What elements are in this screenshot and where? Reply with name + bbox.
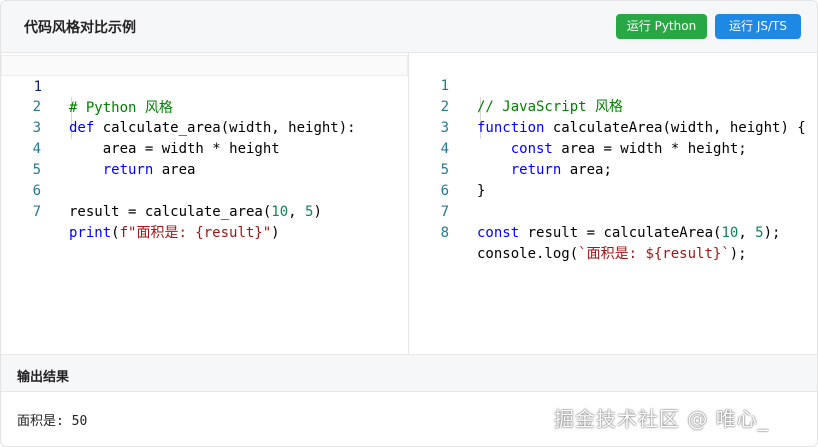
code-text: result = calculate_area(10, 5) [69, 204, 322, 220]
code-line: 2 def calculate_area(width, height): [1, 76, 408, 136]
code-line: 5 [1, 139, 408, 178]
code-line: 6 result = calculate_area(10, 5) [1, 160, 408, 220]
watermark: 掘金技术社区 @ 唯心_ [554, 407, 769, 431]
line-number: 8 [440, 225, 449, 241]
code-line: 3 const area = width * height; [409, 97, 817, 157]
line-number: 7 [32, 204, 41, 220]
page-title: 代码风格对比示例 [24, 20, 136, 36]
output-header: 输出结果 [1, 354, 817, 392]
output-text: 面积是: 50 [17, 414, 88, 429]
python-editor[interactable]: 1 # Python 风格 2 def calculate_area(width… [1, 53, 409, 354]
run-python-button[interactable]: 运行 Python [616, 14, 707, 39]
code-text: print(f"面积是: {result}") [69, 225, 280, 241]
code-line: 7 print(f"面积是: {result}") [1, 181, 408, 241]
code-line: 4 return area; [409, 118, 817, 178]
code-line: 6 [409, 160, 817, 199]
code-comparison-app: 代码风格对比示例 运行 Python 运行 JS/TS 1 # Python 风… [0, 0, 818, 447]
app-header: 代码风格对比示例 运行 Python 运行 JS/TS [1, 1, 817, 53]
code-line: 3 area = width * height [1, 97, 408, 157]
code-line: 1 # Python 风格 [1, 55, 408, 116]
code-line: 5 } [409, 139, 817, 199]
code-line: 2 function calculateArea(width, height) … [409, 76, 817, 136]
editors-area: 1 # Python 风格 2 def calculate_area(width… [1, 53, 817, 354]
code-text: console.log(`面积是: ${result}`); [477, 246, 747, 262]
js-editor[interactable]: 1 // JavaScript 风格 2 function calculateA… [409, 53, 817, 354]
run-js-button[interactable]: 运行 JS/TS [715, 14, 801, 39]
code-line: 7 const result = calculateArea(10, 5); [409, 181, 817, 241]
code-line: 8 console.log(`面积是: ${result}`); [409, 202, 817, 262]
code-line: 1 // JavaScript 风格 [409, 55, 817, 115]
output-title: 输出结果 [17, 370, 70, 385]
code-line: 4 return area [1, 118, 408, 178]
code-text: const result = calculateArea(10, 5); [477, 225, 781, 241]
